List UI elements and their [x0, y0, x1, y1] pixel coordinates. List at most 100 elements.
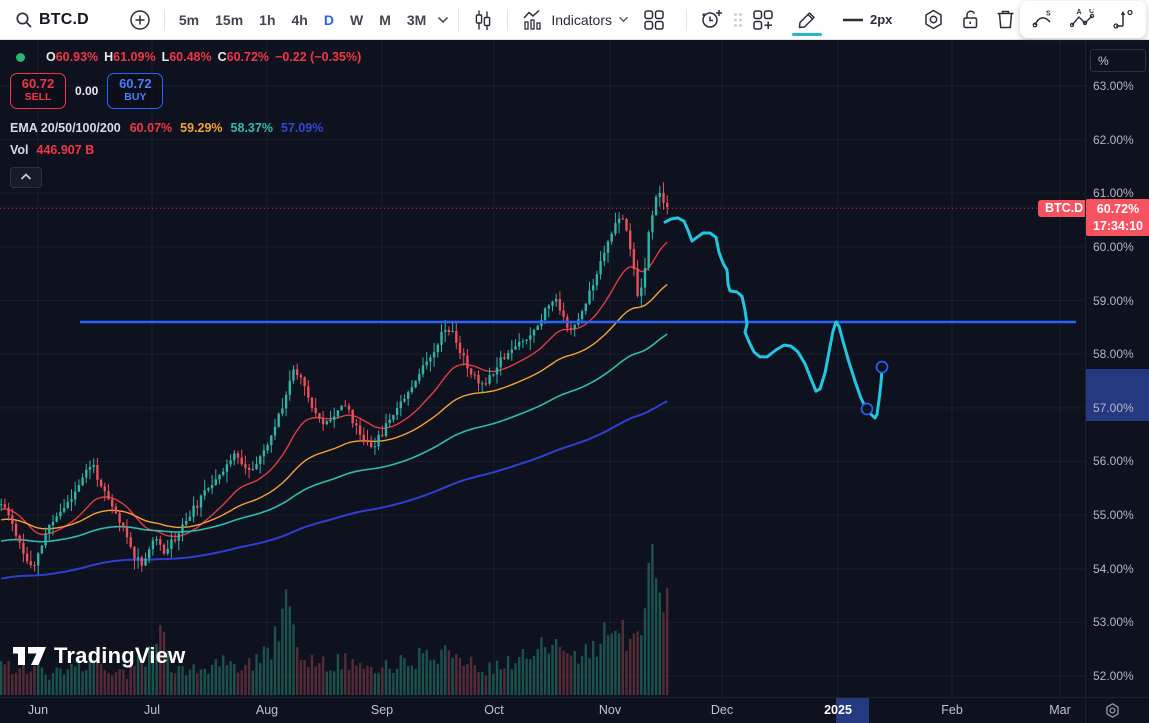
drawing-anchor-point[interactable] [877, 362, 888, 373]
sell-label: SELL [11, 92, 65, 104]
price-axis-unit: % [1098, 54, 1109, 68]
volume-legend-row[interactable]: Vol 446.907 B [10, 143, 367, 157]
time-tick-Mar: Mar [1049, 703, 1071, 717]
chart-pane[interactable]: O60.93%H61.09%L60.48%C60.72%−0.22 (−0.35… [0, 40, 1085, 697]
indicators-label: Indicators [551, 12, 612, 28]
price-tick: 59.00% [1093, 294, 1149, 308]
price-axis[interactable]: % 60.72% 17:34:10 63.00%62.00%61.00%60.0… [1085, 40, 1149, 697]
drawing-anchor-point[interactable] [862, 403, 873, 414]
price-range-icon [1112, 9, 1135, 30]
price-tick: 57.00% [1093, 401, 1149, 415]
price-tick: 56.00% [1093, 454, 1149, 468]
collapse-legend-button[interactable] [10, 167, 42, 188]
sell-price: 60.72 [11, 77, 65, 91]
time-tick-Dec: Dec [711, 703, 733, 717]
time-axis[interactable]: JunJulAugSepOctNovDec2025FebMar [0, 697, 1085, 723]
time-tick-Sep: Sep [371, 703, 393, 717]
close-key: C [218, 50, 227, 64]
buy-price: 60.72 [108, 77, 162, 91]
timeframe-W[interactable]: W [342, 6, 371, 34]
ema-legend-row[interactable]: EMA 20/50/100/200 60.07%59.29%58.37%57.0… [10, 121, 367, 135]
buy-button[interactable]: 60.72 BUY [107, 73, 163, 109]
ema-value: 59.29% [180, 121, 222, 135]
time-tick-Jun: Jun [28, 703, 48, 717]
candlestick-chart-icon [472, 9, 494, 31]
draw-tool-button[interactable] [789, 5, 825, 35]
abc-pattern-icon: A C [1070, 9, 1096, 30]
line-width-value: 2px [870, 12, 892, 27]
sell-button[interactable]: 60.72 SELL [10, 73, 66, 109]
toolbar-separator [458, 9, 459, 31]
timeframe-15m[interactable]: 15m [207, 6, 251, 34]
settings-nut-icon [922, 8, 945, 31]
time-tick-Oct: Oct [484, 703, 503, 717]
timeframe-4h[interactable]: 4h [284, 6, 316, 34]
svg-text:A: A [1077, 9, 1082, 16]
remove-drawings-button[interactable] [988, 5, 1023, 35]
compare-add-button[interactable] [122, 5, 158, 35]
toolbar-separator [164, 9, 165, 31]
grid-layout-button[interactable] [636, 5, 672, 35]
timeframe-3M[interactable]: 3M [399, 6, 434, 34]
time-tick-Aug: Aug [256, 703, 278, 717]
symbol-tag-text: BTC.D [1045, 201, 1083, 215]
symbol-search-button[interactable]: BTC.D [8, 5, 96, 35]
chart-settings-gear-icon[interactable] [1104, 702, 1121, 719]
unlock-icon [959, 8, 981, 31]
price-tick: 61.00% [1093, 186, 1149, 200]
ema-values: 60.07%59.29%58.37%57.09% [130, 121, 332, 135]
chevron-up-icon [20, 173, 32, 181]
projection-drawing[interactable] [665, 218, 882, 418]
current-price-label: 60.72% 17:34:10 [1086, 199, 1149, 236]
price-tick: 52.00% [1093, 669, 1149, 683]
chevron-down-icon [437, 16, 449, 24]
price-tick: 54.00% [1093, 562, 1149, 576]
indicators-icon [521, 9, 545, 31]
time-tick-Nov: Nov [599, 703, 621, 717]
change-value: −0.22 (−0.35%) [275, 50, 361, 64]
alert-button[interactable] [693, 5, 731, 35]
ema-value: 60.07% [130, 121, 172, 135]
market-status-dot[interactable] [16, 53, 25, 62]
svg-text:C: C [1089, 9, 1094, 15]
search-icon [15, 11, 33, 29]
chevron-down-icon [618, 16, 629, 23]
bar-countdown: 17:34:10 [1086, 218, 1149, 234]
ema-label: EMA 20/50/100/200 [10, 121, 121, 135]
volume-value: 446.907 B [37, 143, 95, 157]
timeframe-1h[interactable]: 1h [251, 6, 283, 34]
buy-label: BUY [108, 92, 162, 104]
open-key: O [46, 50, 56, 64]
plus-circle-icon [129, 9, 151, 31]
current-price-value: 60.72% [1086, 201, 1149, 217]
price-tick: 60.00% [1093, 240, 1149, 254]
timeframe-M[interactable]: M [371, 6, 399, 34]
line-width-button[interactable]: 2px [835, 5, 899, 35]
price-axis-unit-button[interactable]: % [1090, 49, 1146, 72]
curve-tool-button[interactable]: S [1028, 5, 1057, 35]
toolbar-separator [507, 9, 508, 31]
close-value: 60.72% [227, 50, 269, 64]
price-tick: 53.00% [1093, 615, 1149, 629]
price-range-tool-button[interactable] [1109, 5, 1138, 35]
timeframe-D[interactable]: D [316, 6, 342, 34]
layout-grid-icon [643, 9, 665, 31]
time-tick-2025: 2025 [824, 703, 852, 717]
high-key: H [104, 50, 113, 64]
timeframe-5m[interactable]: 5m [171, 6, 207, 34]
tradingview-logo-icon [13, 644, 47, 668]
price-line-symbol-tag: BTC.D [1038, 200, 1085, 217]
timeframe-menu-button[interactable] [434, 5, 452, 35]
top-toolbar: BTC.D 5m15m1h4hDWM3M [0, 0, 1149, 40]
open-value: 60.93% [56, 50, 98, 64]
axis-corner [1085, 697, 1149, 723]
drag-handle[interactable] [731, 5, 745, 35]
settings-button[interactable] [915, 5, 952, 35]
line-sample-icon [842, 16, 864, 24]
time-tick-Jul: Jul [144, 703, 160, 717]
add-layout-button[interactable] [745, 5, 781, 35]
lock-drawings-button[interactable] [952, 5, 988, 35]
indicators-button[interactable]: Indicators [514, 5, 636, 35]
abc-pattern-tool-button[interactable]: A C [1067, 5, 1099, 35]
chart-type-button[interactable] [465, 5, 501, 35]
